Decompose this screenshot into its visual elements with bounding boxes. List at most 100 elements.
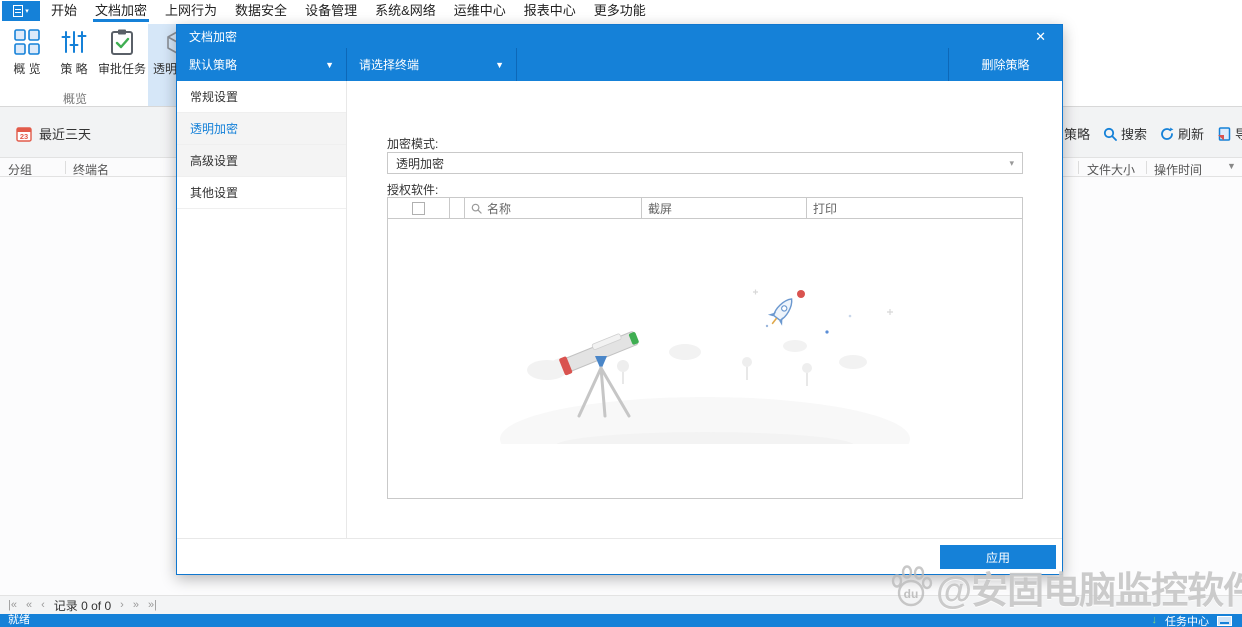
menu-bar: ▾ 开始 文档加密 上网行为 数据安全 设备管理 系统&网络 运维中心 报表中心… xyxy=(0,0,1242,22)
status-bar: 就绪 ↓ 任务中心 xyxy=(0,614,1242,627)
clipboard-check-icon xyxy=(108,24,136,60)
print-column-header[interactable]: 打印 xyxy=(807,198,1022,218)
delete-policy-label: 删除策略 xyxy=(981,58,1030,72)
record-count-label: 记录 0 of 0 xyxy=(53,598,112,613)
menu-item-start[interactable]: 开始 xyxy=(51,0,77,22)
nav-item-general-settings[interactable]: 常规设置 xyxy=(177,81,346,113)
menu-item-report-center[interactable]: 报表中心 xyxy=(524,0,576,22)
authorized-software-label: 授权软件: xyxy=(387,183,439,197)
dialog-content: 加密模式: 透明加密 ▾ 授权软件: 名称 截屏 打印 xyxy=(347,81,1062,538)
ribbon-tool-label: 概 览 xyxy=(13,62,41,76)
last-page-button[interactable]: »| xyxy=(148,599,157,611)
svg-text:23: 23 xyxy=(20,132,28,141)
ribbon-tool-overview[interactable]: 概 览 xyxy=(4,24,50,90)
authorized-software-table-body xyxy=(388,219,1022,498)
app-menu-caret-icon: ▾ xyxy=(25,7,29,15)
nav-item-other-settings[interactable]: 其他设置 xyxy=(177,177,346,209)
empty-state-illustration xyxy=(495,274,915,444)
dialog-body: 常规设置 透明加密 高级设置 其他设置 加密模式: 透明加密 ▾ 授权软件: 名… xyxy=(177,81,1062,538)
search-icon xyxy=(1103,127,1117,141)
dialog-title: 文档加密 xyxy=(189,30,238,44)
refresh-button[interactable]: 刷新 xyxy=(1160,124,1204,143)
export-icon xyxy=(1217,126,1231,141)
column-chooser-caret-icon[interactable]: ▼ xyxy=(1227,161,1236,171)
print-column-label: 打印 xyxy=(813,201,838,216)
column-header-filesize[interactable]: 文件大小 xyxy=(1087,161,1135,178)
policy-label: 策略 xyxy=(1064,127,1091,142)
document-encryption-dialog: 文档加密 ✕ 默认策略 ▼ 请选择终端 ▼ 删除策略 常规设置 透明加密 高级设… xyxy=(176,24,1063,575)
menu-item-web-behavior[interactable]: 上网行为 xyxy=(165,0,217,22)
menu-item-more-functions[interactable]: 更多功能 xyxy=(594,0,646,22)
spacer-cell xyxy=(450,198,465,218)
export-button[interactable]: 导出 xyxy=(1217,124,1242,143)
name-column-label: 名称 xyxy=(487,201,512,216)
screenshot-column-header[interactable]: 截屏 xyxy=(642,198,807,218)
dialog-title-bar: 文档加密 ✕ xyxy=(177,25,1062,48)
column-divider[interactable] xyxy=(1146,161,1147,174)
encryption-mode-label: 加密模式: xyxy=(387,137,439,151)
default-policy-dropdown[interactable]: 默认策略 ▼ xyxy=(177,48,347,81)
date-filter-button[interactable]: 23 最近三天 xyxy=(16,124,91,143)
download-arrow-icon[interactable]: ↓ xyxy=(1152,614,1158,627)
export-label: 导出 xyxy=(1235,127,1242,142)
apply-button[interactable]: 应用 xyxy=(940,545,1056,569)
menu-item-device-management[interactable]: 设备管理 xyxy=(305,0,357,22)
app-menu-button[interactable]: ▾ xyxy=(2,1,40,21)
ribbon-tool-policy[interactable]: 策 略 xyxy=(52,24,96,90)
refresh-label: 刷新 xyxy=(1178,127,1205,142)
menu-item-system-network[interactable]: 系统&网络 xyxy=(375,0,436,22)
date-filter-label: 最近三天 xyxy=(39,127,92,142)
refresh-icon xyxy=(1160,127,1174,141)
menu-item-ops-center[interactable]: 运维中心 xyxy=(454,0,506,22)
select-all-cell xyxy=(388,198,450,218)
chevron-down-icon: ▼ xyxy=(325,59,334,70)
menu-items: 开始 文档加密 上网行为 数据安全 设备管理 系统&网络 运维中心 报表中心 更… xyxy=(51,0,646,22)
next-page-button[interactable]: › xyxy=(120,599,124,611)
select-all-checkbox[interactable] xyxy=(412,201,425,215)
fast-prev-page-button[interactable]: « xyxy=(26,599,32,611)
monitor-icon[interactable] xyxy=(1217,615,1232,626)
column-divider[interactable] xyxy=(1078,161,1079,174)
fast-next-page-button[interactable]: » xyxy=(133,599,139,611)
column-header-terminal[interactable]: 终端名 xyxy=(73,161,109,178)
encryption-mode-select[interactable]: 透明加密 ▾ xyxy=(387,152,1023,174)
calendar-icon: 23 xyxy=(16,126,32,142)
column-divider[interactable] xyxy=(65,161,66,174)
close-icon[interactable]: ✕ xyxy=(1035,30,1046,43)
search-button[interactable]: 搜索 xyxy=(1103,124,1147,143)
authorized-software-table: 名称 截屏 打印 xyxy=(387,197,1023,499)
sliders-icon xyxy=(60,24,88,60)
encryption-mode-value: 透明加密 xyxy=(396,156,445,171)
dialog-toolbar: 默认策略 ▼ 请选择终端 ▼ 删除策略 xyxy=(177,48,1062,81)
pagination-bar: |« « ‹ 记录 0 of 0 › » »| xyxy=(0,595,1242,614)
dialog-footer: 应用 xyxy=(177,538,1062,574)
chevron-down-icon: ▼ xyxy=(495,59,504,70)
default-policy-label: 默认策略 xyxy=(189,58,238,72)
column-header-group[interactable]: 分组 xyxy=(8,161,32,178)
ribbon-tool-label: 审批任务 xyxy=(98,62,147,76)
nav-item-transparent-encryption[interactable]: 透明加密 xyxy=(177,113,346,145)
prev-page-button[interactable]: ‹ xyxy=(41,599,45,611)
first-page-button[interactable]: |« xyxy=(8,599,17,611)
delete-policy-button[interactable]: 删除策略 xyxy=(948,48,1062,81)
ribbon-tool-approval-tasks[interactable]: 审批任务 xyxy=(98,24,146,90)
screenshot-column-label: 截屏 xyxy=(648,201,673,216)
app-menu-icon xyxy=(13,5,24,17)
ribbon-tool-label: 策 略 xyxy=(60,62,88,76)
name-column-header[interactable]: 名称 xyxy=(465,198,642,218)
ribbon-group-label: 概览 xyxy=(62,92,87,106)
authorized-software-table-header: 名称 截屏 打印 xyxy=(388,198,1022,219)
task-center-button[interactable]: 任务中心 xyxy=(1165,613,1209,627)
menu-item-doc-encryption[interactable]: 文档加密 xyxy=(93,0,150,22)
nav-item-advanced-settings[interactable]: 高级设置 xyxy=(177,145,346,177)
status-ready-label: 就绪 xyxy=(8,614,30,626)
dialog-nav: 常规设置 透明加密 高级设置 其他设置 xyxy=(177,81,347,538)
select-terminal-label: 请选择终端 xyxy=(359,58,420,72)
select-terminal-dropdown[interactable]: 请选择终端 ▼ xyxy=(347,48,517,81)
column-header-optime[interactable]: 操作时间 xyxy=(1154,161,1202,178)
menu-item-data-security[interactable]: 数据安全 xyxy=(235,0,287,22)
chevron-down-icon: ▾ xyxy=(1009,157,1014,168)
search-label: 搜索 xyxy=(1121,127,1148,142)
search-icon xyxy=(471,203,482,214)
